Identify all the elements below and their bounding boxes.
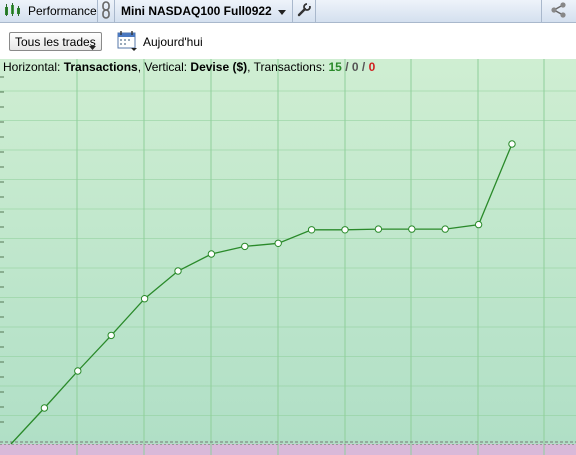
settings-button[interactable]: [293, 0, 316, 22]
instrument-selector[interactable]: Mini NASDAQ100 Full0922: [115, 0, 293, 22]
dropdown-arrow-icon: [89, 39, 96, 53]
chart-status-line: Horizontal: Transactions, Vertical: Devi…: [3, 60, 375, 74]
separator-2: /: [358, 60, 369, 74]
performance-label: Performance: [28, 4, 97, 18]
data-point: [107, 331, 115, 340]
data-point: [140, 295, 149, 303]
instrument-label: Mini NASDAQ100 Full0922: [121, 4, 272, 18]
chevron-down-icon: [277, 4, 286, 18]
controls-bar: Tous les trades Aujourd'hui: [0, 23, 576, 59]
vertical-value: Devise ($): [190, 60, 248, 74]
transactions-prefix: , Transactions:: [247, 60, 329, 74]
data-point: [474, 220, 483, 229]
data-point: [174, 267, 182, 275]
separator-1: /: [341, 60, 352, 74]
data-point: [441, 225, 449, 233]
data-point: [40, 404, 49, 412]
share-icon: [550, 1, 568, 21]
trades-filter-dropdown[interactable]: Tous les trades: [9, 32, 102, 51]
vertical-prefix: , Vertical:: [137, 60, 191, 74]
performance-tab[interactable]: Performance: [0, 0, 98, 22]
data-point: [374, 225, 383, 233]
data-point: [408, 225, 416, 233]
horizontal-value: Transactions: [63, 60, 138, 74]
data-point: [74, 367, 82, 375]
transactions-total: 15: [328, 60, 342, 74]
calendar-icon: [117, 31, 139, 55]
trades-filter-value: Tous les trades: [15, 34, 96, 49]
wrench-icon: [297, 2, 311, 20]
data-point: [307, 226, 316, 234]
data-point: [207, 250, 216, 258]
transactions-loss: 0: [368, 60, 376, 74]
data-point: [508, 140, 516, 148]
today-label[interactable]: Aujourd'hui: [143, 35, 203, 49]
chart-canvas: [0, 59, 576, 455]
top-toolbar: Performance Mini NASDAQ100 Full0922: [0, 0, 576, 23]
calendar-button[interactable]: [117, 30, 139, 55]
performance-chart: Horizontal: Transactions, Vertical: Devi…: [0, 59, 576, 455]
horizontal-prefix: Horizontal:: [3, 60, 64, 74]
link-button[interactable]: [98, 0, 115, 22]
data-point: [241, 242, 249, 251]
transactions-even: 0: [351, 60, 359, 74]
share-button[interactable]: [541, 0, 576, 22]
negative-area: [0, 444, 576, 455]
data-point: [274, 239, 282, 248]
data-point: [341, 226, 349, 234]
link-icon: [101, 0, 111, 22]
chart-bars-icon: [4, 2, 22, 20]
